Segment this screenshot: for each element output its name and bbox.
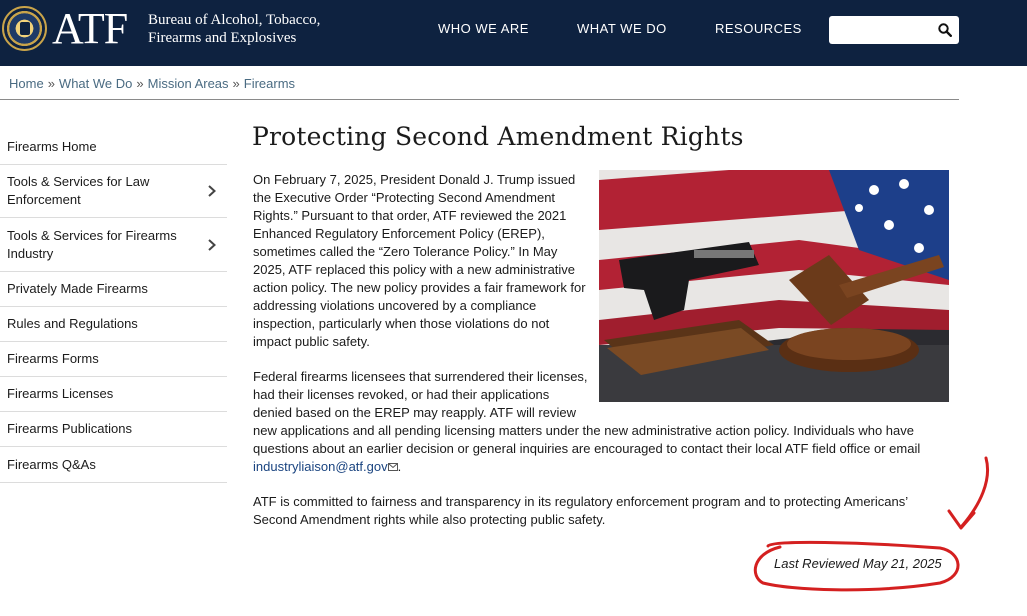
atf-seal-icon[interactable] (2, 6, 47, 51)
breadcrumb-separator: » (232, 76, 240, 91)
sidebar-item-firearms-qas[interactable]: Firearms Q&As (0, 447, 227, 483)
photo-illustration (599, 170, 949, 402)
sidebar-item-label: Tools & Services for Law Enforcement (7, 174, 150, 207)
atf-logo[interactable]: ATF (52, 5, 128, 53)
search-icon[interactable] (938, 23, 952, 37)
nav-who-we-are[interactable]: WHO WE ARE (438, 21, 529, 36)
bureau-name[interactable]: Bureau of Alcohol, Tobacco, Firearms and… (148, 11, 320, 47)
email-link-text: industryliaison@atf.gov (253, 459, 388, 474)
paragraph-reapply-end: . (397, 459, 402, 474)
search-input[interactable] (829, 16, 959, 44)
sidebar-item-label: Privately Made Firearms (7, 281, 148, 296)
handgun-gavel-photo (599, 170, 949, 402)
sidebar-item-firearms-licenses[interactable]: Firearms Licenses (0, 377, 227, 412)
chevron-right-icon[interactable] (207, 238, 217, 251)
chevron-right-icon[interactable] (207, 185, 217, 197)
last-reviewed-date: Last Reviewed May 21, 2025 (774, 556, 942, 571)
breadcrumb: Home» What We Do» Mission Areas» Firearms (9, 76, 295, 91)
breadcrumb-separator: » (136, 76, 144, 91)
breadcrumb-firearms[interactable]: Firearms (244, 76, 295, 91)
sidebar-item-firearms-forms[interactable]: Firearms Forms (0, 342, 227, 377)
site-header: ATF Bureau of Alcohol, Tobacco, Firearms… (0, 0, 1027, 66)
sidebar-item-firearms-home[interactable]: Firearms Home (0, 130, 227, 165)
bureau-line-1: Bureau of Alcohol, Tobacco, (148, 12, 321, 28)
page-title: Protecting Second Amendment Rights (252, 122, 744, 151)
breadcrumb-divider (0, 99, 959, 100)
breadcrumb-separator: » (47, 76, 55, 91)
nav-resources[interactable]: RESOURCES (715, 21, 802, 36)
sidebar-item-label: Firearms Licenses (7, 386, 114, 401)
main-content: On February 7, 2025, President Donald J.… (253, 170, 949, 546)
nav-what-we-do[interactable]: WHAT WE DO (577, 21, 667, 36)
email-icon (387, 463, 398, 471)
bureau-line-2: Firearms and Explosives (148, 30, 297, 46)
paragraph-commitment: ATF is committed to fairness and transpa… (253, 494, 908, 527)
sidebar-item-rules-regulations[interactable]: Rules and Regulations (0, 307, 227, 342)
sidebar-item-label: Rules and Regulations (7, 316, 138, 331)
sidebar-item-firearms-industry[interactable]: Tools & Services for Firearms Industry (0, 218, 227, 272)
breadcrumb-mission-areas[interactable]: Mission Areas (148, 76, 229, 91)
sidebar-nav: Firearms Home Tools & Services for Law E… (0, 130, 227, 483)
sidebar-item-label: Firearms Forms (7, 351, 99, 366)
sidebar-item-privately-made-firearms[interactable]: Privately Made Firearms (0, 272, 227, 307)
breadcrumb-home[interactable]: Home (9, 76, 44, 91)
sidebar-item-label: Firearms Q&As (7, 456, 96, 472)
sidebar-item-label: Firearms Publications (7, 421, 132, 436)
sidebar-item-firearms-publications[interactable]: Firearms Publications (0, 412, 227, 447)
industry-liaison-email-link[interactable]: industryliaison@atf.gov (253, 459, 398, 474)
breadcrumb-what-we-do[interactable]: What We Do (59, 76, 132, 91)
sidebar-item-label: Tools & Services for Firearms Industry (7, 227, 177, 261)
sidebar-item-label: Firearms Home (7, 139, 97, 154)
sidebar-item-law-enforcement[interactable]: Tools & Services for Law Enforcement (0, 165, 227, 218)
